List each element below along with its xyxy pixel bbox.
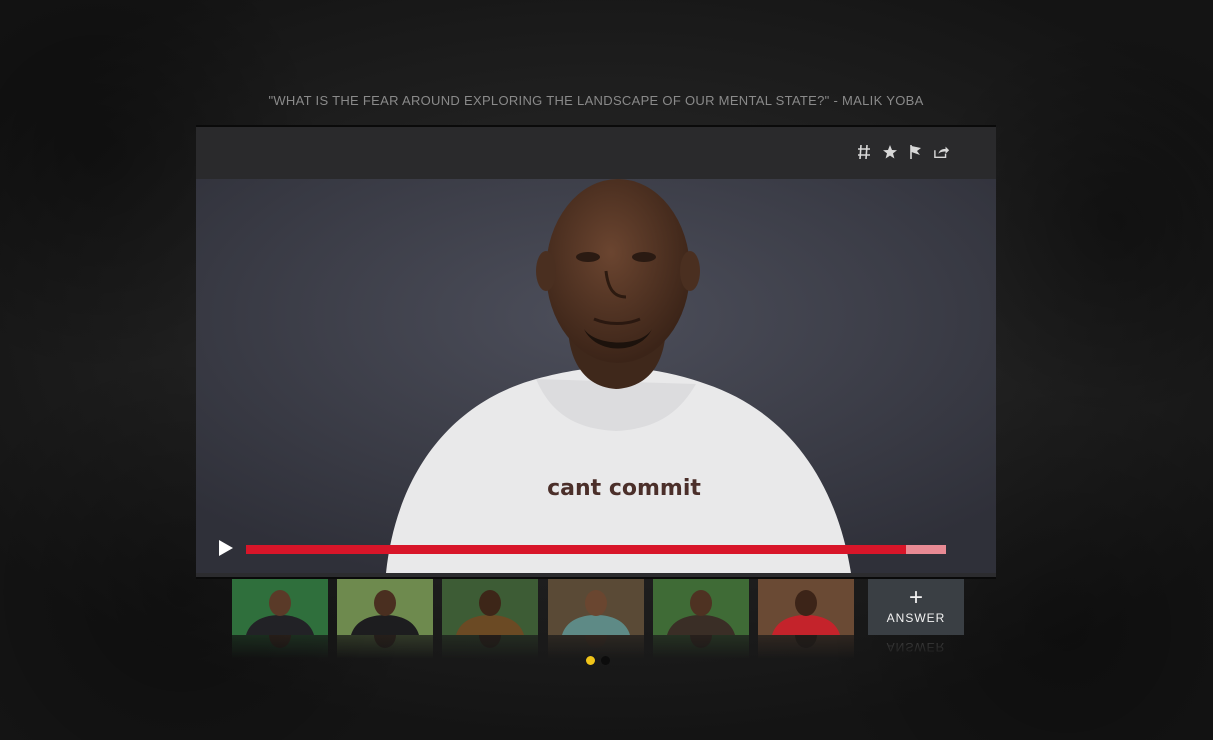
thumbnail-image[interactable] bbox=[337, 579, 433, 635]
answer-label: ANSWER bbox=[886, 611, 946, 625]
thumbnail-2[interactable] bbox=[337, 579, 433, 659]
page-dot-2[interactable] bbox=[601, 656, 610, 665]
thumbnail-image[interactable] bbox=[758, 579, 854, 635]
pagination-dots bbox=[586, 656, 610, 665]
star-icon[interactable] bbox=[882, 142, 898, 162]
thumbnail-reflection bbox=[232, 635, 328, 659]
page: "WHAT IS THE FEAR AROUND EXPLORING THE L… bbox=[0, 0, 1213, 740]
thumbnail-1[interactable] bbox=[232, 579, 328, 659]
thumbnail-3[interactable] bbox=[442, 579, 538, 659]
thumbnail-image[interactable] bbox=[232, 579, 328, 635]
question-quote: "WHAT IS THE FEAR AROUND EXPLORING THE L… bbox=[268, 93, 924, 108]
progress-fill bbox=[246, 545, 907, 554]
thumbnail-reflection bbox=[758, 635, 854, 659]
thumbnail-reflection bbox=[442, 635, 538, 659]
video-frame[interactable]: cant commit bbox=[196, 179, 996, 573]
thumbnail-image[interactable] bbox=[442, 579, 538, 635]
progress-bar[interactable] bbox=[246, 545, 946, 554]
play-icon bbox=[219, 540, 233, 556]
thumbnail-6[interactable] bbox=[758, 579, 854, 659]
shirt-text: cant commit bbox=[547, 476, 701, 501]
share-icon[interactable] bbox=[934, 142, 950, 162]
thumbnail-reflection bbox=[653, 635, 749, 659]
video-player: cant commit bbox=[196, 125, 996, 579]
player-toolbar bbox=[196, 127, 996, 179]
thumbnail-reflection bbox=[337, 635, 433, 659]
thumbnail-image[interactable] bbox=[653, 579, 749, 635]
playback-controls bbox=[196, 527, 996, 573]
thumbnail-5[interactable] bbox=[653, 579, 749, 659]
hashtag-icon[interactable] bbox=[856, 142, 872, 162]
flag-icon[interactable] bbox=[908, 142, 924, 162]
page-dot-1[interactable] bbox=[586, 656, 595, 665]
play-button[interactable] bbox=[218, 539, 234, 557]
answer-thumbnails bbox=[232, 579, 972, 659]
thumbnail-4[interactable] bbox=[548, 579, 644, 659]
video-still-illustration: cant commit bbox=[196, 179, 996, 573]
plus-icon: + bbox=[908, 584, 923, 611]
thumbnail-image[interactable] bbox=[548, 579, 644, 635]
add-answer-button[interactable]: + ANSWER bbox=[868, 579, 964, 635]
answer-reflection: ANSWER bbox=[886, 640, 946, 654]
